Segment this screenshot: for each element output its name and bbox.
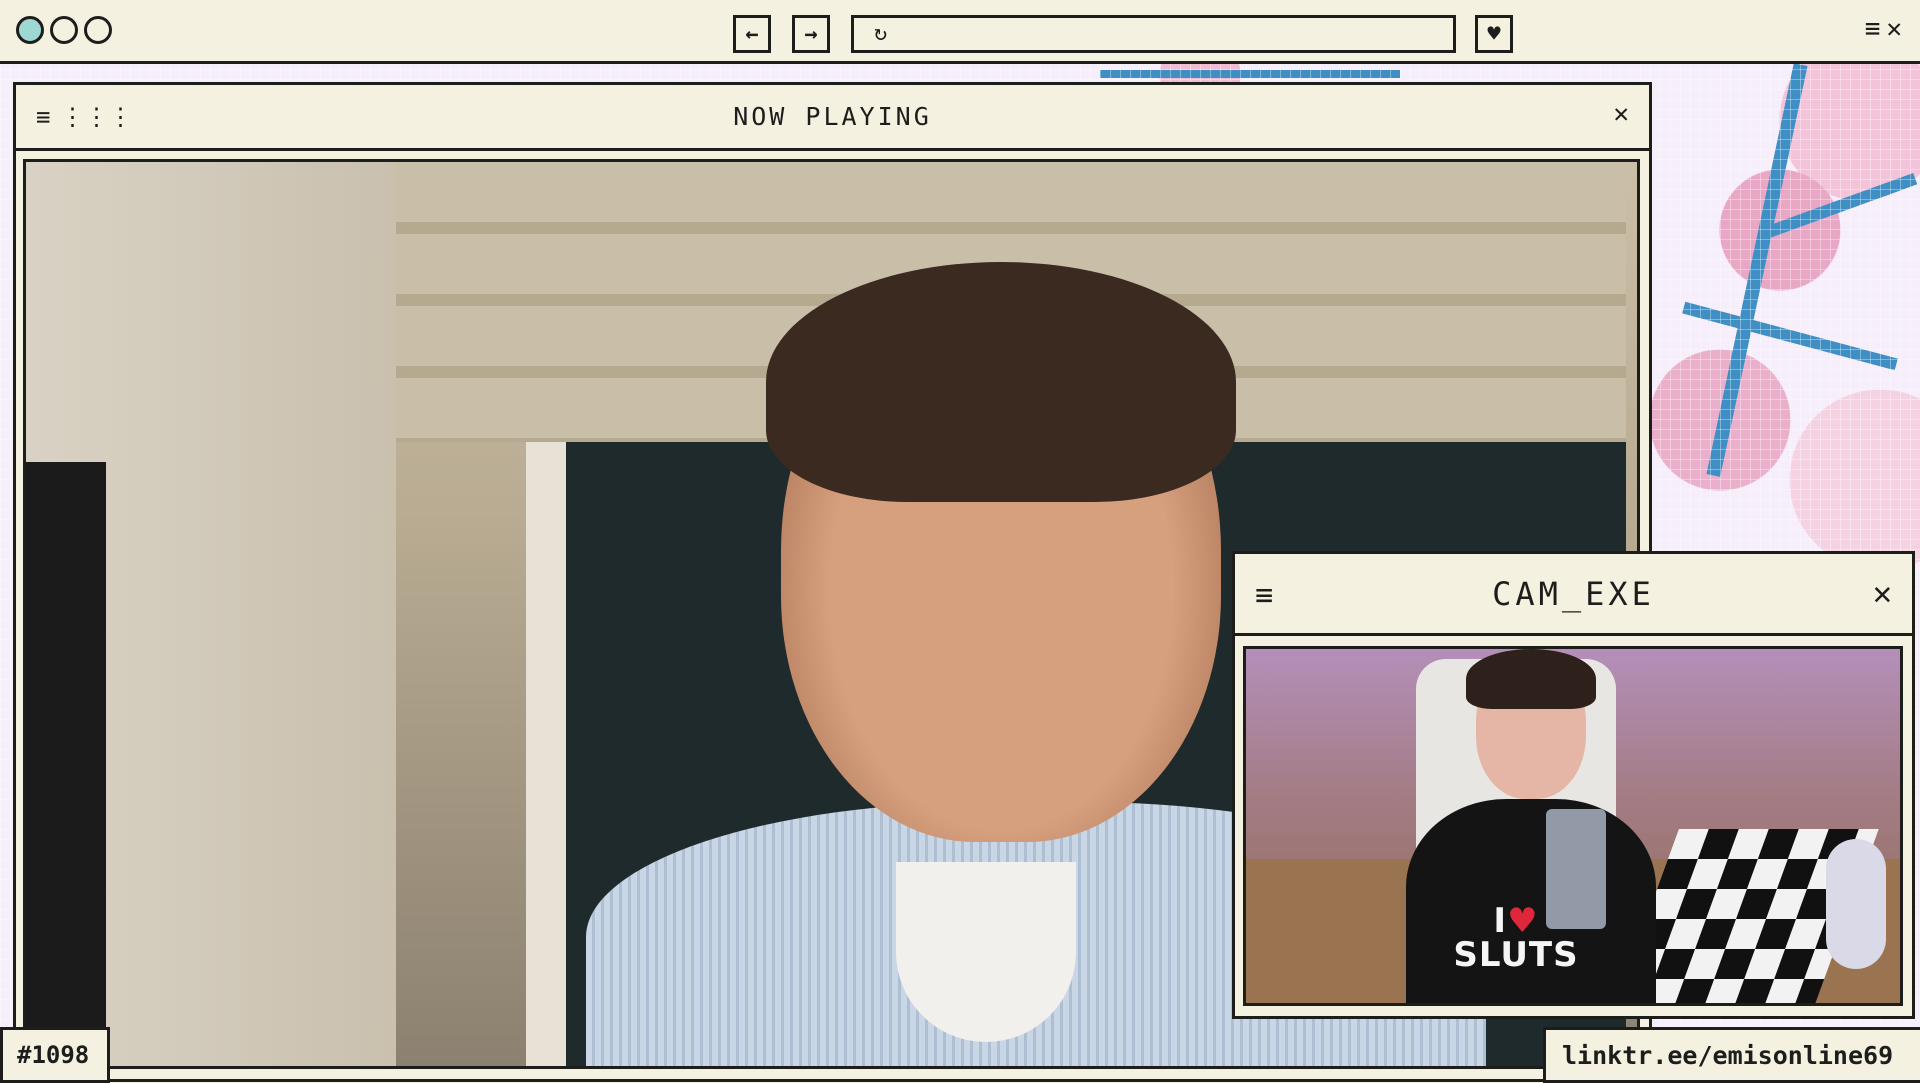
window-titlebar: ≡ ⋮⋮⋮ NOW PLAYING ✕ — [16, 85, 1649, 151]
menu-icon[interactable]: ≡ — [1865, 14, 1881, 44]
cam-window: ≡ CAM_EXE ✕ I♥ SLUTS — [1232, 551, 1915, 1019]
close-icon[interactable]: ✕ — [1873, 574, 1892, 612]
cam-microphone — [1826, 839, 1886, 969]
video-person-hair — [766, 262, 1236, 502]
window-control-dot[interactable] — [84, 16, 112, 44]
link-tag-text[interactable]: linktr.ee/emisonline69 — [1562, 1041, 1893, 1070]
favorite-button[interactable]: ♥ — [1475, 15, 1513, 53]
link-tag[interactable]: linktr.ee/emisonline69 — [1543, 1027, 1920, 1083]
heart-icon: ♥ — [1487, 21, 1501, 47]
branch — [1706, 63, 1808, 477]
grid-icon[interactable]: ⋮⋮⋮ — [60, 103, 132, 131]
id-tag-text: #1098 — [17, 1041, 90, 1069]
back-button[interactable]: ← — [733, 15, 771, 53]
webcam-feed[interactable]: I♥ SLUTS — [1243, 646, 1903, 1006]
cam-cup — [1546, 809, 1606, 929]
branch — [1100, 70, 1400, 78]
titlebar-icons: ≡ ⋮⋮⋮ — [36, 103, 132, 131]
arrow-right-icon: → — [804, 21, 818, 47]
id-tag: #1098 — [0, 1027, 110, 1083]
address-bar[interactable]: ↻ — [851, 15, 1456, 53]
video-person-collar — [896, 862, 1076, 1042]
video-door-frame — [26, 462, 106, 1066]
window-controls — [16, 16, 112, 44]
reload-icon[interactable]: ↻ — [874, 21, 887, 46]
window-control-dot[interactable] — [16, 16, 44, 44]
branch — [1682, 301, 1898, 371]
window-title: NOW PLAYING — [733, 102, 932, 131]
browser-menu: ≡ ✕ — [1865, 14, 1902, 44]
branch — [1762, 173, 1918, 239]
titlebar-icons: ≡ — [1255, 578, 1273, 613]
arrow-left-icon: ← — [745, 21, 759, 47]
close-icon[interactable]: ✕ — [1613, 99, 1629, 129]
cam-person-hair — [1466, 649, 1596, 709]
forward-button[interactable]: → — [792, 15, 830, 53]
browser-toolbar: ← → ↻ ♥ ≡ ✕ — [0, 0, 1920, 64]
menu-icon[interactable]: ≡ — [36, 103, 50, 131]
menu-icon[interactable]: ≡ — [1255, 578, 1273, 613]
window-title: CAM_EXE — [1492, 574, 1655, 613]
window-control-dot[interactable] — [50, 16, 78, 44]
window-titlebar: ≡ CAM_EXE ✕ — [1235, 554, 1912, 636]
close-icon[interactable]: ✕ — [1886, 14, 1902, 44]
video-window-frame — [526, 442, 566, 1066]
shirt-text-line2: SLUTS — [1453, 935, 1579, 975]
